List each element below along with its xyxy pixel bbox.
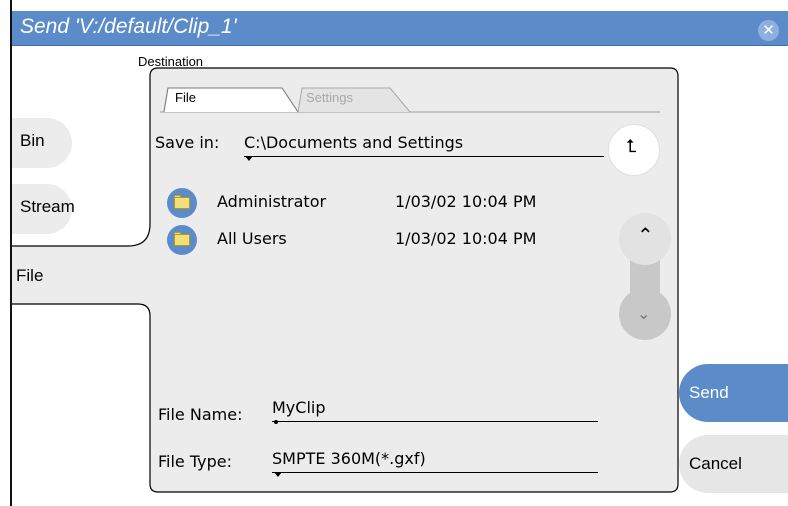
chevron-up-icon: ⌃ bbox=[637, 223, 654, 247]
send-button[interactable]: Send bbox=[679, 364, 788, 422]
save-in-caret-icon bbox=[245, 156, 253, 161]
file-type-label: File Type: bbox=[158, 452, 232, 471]
cancel-button[interactable]: Cancel bbox=[679, 435, 788, 493]
send-dialog: Send 'V:/default/Clip_1' ✕ Destination B… bbox=[10, 0, 788, 506]
up-folder-icon: ⮤ bbox=[626, 136, 637, 157]
scroll-down-button[interactable]: ⌄ bbox=[619, 288, 671, 340]
chevron-down-icon: ⌄ bbox=[637, 304, 651, 323]
file-item-date: 1/03/02 10:04 PM bbox=[395, 229, 537, 248]
send-button-label: Send bbox=[689, 383, 729, 402]
file-item-date: 1/03/02 10:04 PM bbox=[395, 192, 537, 211]
file-item-name: Administrator bbox=[217, 192, 327, 211]
scroll-up-button[interactable]: ⌃ bbox=[619, 213, 671, 265]
tab-file[interactable]: File bbox=[175, 90, 196, 105]
side-tab-file[interactable]: File bbox=[16, 266, 43, 286]
file-list-item[interactable]: Administrator 1/03/02 10:04 PM bbox=[167, 188, 607, 218]
folder-icon bbox=[167, 188, 197, 218]
file-type-caret-icon bbox=[274, 472, 282, 477]
file-name-label: File Name: bbox=[158, 405, 243, 424]
cancel-button-label: Cancel bbox=[689, 454, 742, 473]
file-type-dropdown[interactable]: SMPTE 360M(*.gxf) bbox=[272, 449, 598, 473]
save-in-dropdown[interactable]: C:\Documents and Settings bbox=[244, 133, 604, 157]
file-item-name: All Users bbox=[217, 229, 287, 248]
text-cursor-icon bbox=[274, 420, 278, 424]
file-list-item[interactable]: All Users 1/03/02 10:04 PM bbox=[167, 225, 607, 255]
folder-icon bbox=[167, 225, 197, 255]
file-type-value: SMPTE 360M(*.gxf) bbox=[272, 449, 426, 468]
file-name-input[interactable]: MyClip bbox=[272, 398, 598, 422]
tab-settings[interactable]: Settings bbox=[306, 90, 353, 105]
file-name-value: MyClip bbox=[272, 398, 326, 417]
save-in-label: Save in: bbox=[155, 133, 220, 152]
save-in-value: C:\Documents and Settings bbox=[244, 133, 464, 152]
up-folder-button[interactable]: ⮤ bbox=[608, 124, 660, 176]
